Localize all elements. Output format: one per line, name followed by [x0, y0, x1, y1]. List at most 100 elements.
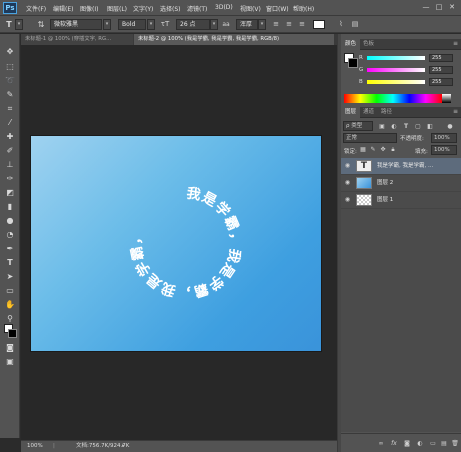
minimize-icon[interactable]: — [421, 3, 431, 12]
panel-menu-icon[interactable]: ≡ [453, 40, 458, 47]
layer-name[interactable]: 图层 1 [377, 192, 393, 209]
layer-row-gradient[interactable]: ◉ 图层 2 [341, 175, 461, 192]
green-value[interactable]: 255 [429, 66, 453, 74]
canvas-workspace[interactable]: 我是学霸，我是学霸，我是学霸， [21, 45, 337, 440]
gradient-tool-icon[interactable]: ▮ [4, 201, 16, 212]
menu-edit[interactable]: 编辑(E) [53, 4, 73, 13]
zoom-level[interactable]: 100% [27, 441, 43, 452]
new-group-icon[interactable]: ▭ [428, 439, 438, 448]
layer-name[interactable]: 图层 2 [377, 175, 393, 192]
antialias-select[interactable]: 浑厚 [236, 19, 258, 30]
tab-paths[interactable]: 路径 [377, 107, 396, 118]
visibility-eye-icon[interactable]: ◉ [343, 179, 352, 187]
marquee-tool-icon[interactable]: ⬚ [4, 61, 16, 72]
opacity-input[interactable]: 100% [431, 133, 457, 143]
menu-filter[interactable]: 滤镜(T) [187, 4, 207, 13]
font-style-select[interactable]: Bold [118, 19, 146, 30]
menu-image[interactable]: 图像(I) [80, 4, 98, 13]
layer-filter-select[interactable]: ρ 类型 [343, 121, 373, 131]
clone-stamp-tool-icon[interactable]: ⊥ [4, 159, 16, 170]
menu-file[interactable]: 文件(F) [26, 4, 46, 13]
tab-untitled-1[interactable]: 未标题-1 @ 100% (穿插文字, RG... [21, 34, 133, 45]
pen-tool-icon[interactable]: ✒ [4, 243, 16, 254]
new-layer-icon[interactable]: ▤ [439, 439, 449, 448]
font-family-dropdown[interactable]: ▾ [103, 19, 111, 30]
document-canvas[interactable]: 我是学霸，我是学霸，我是学霸， [31, 136, 321, 351]
eraser-tool-icon[interactable]: ◩ [4, 187, 16, 198]
brush-tool-icon[interactable]: ✐ [4, 145, 16, 156]
circular-text-layer[interactable]: 我是学霸，我是学霸，我是学霸， [31, 136, 321, 351]
status-arrow-icon[interactable]: ▸ [122, 441, 125, 452]
shape-tool-icon[interactable]: ▭ [4, 285, 16, 296]
menu-help[interactable]: 帮助(H) [293, 4, 314, 13]
screen-mode-icon[interactable]: ▣ [4, 356, 16, 367]
tab-layers[interactable]: 图层 [341, 107, 361, 118]
font-size-input[interactable]: 26 点 [176, 19, 210, 30]
dodge-tool-icon[interactable]: ◔ [4, 229, 16, 240]
filter-pixel-icon[interactable]: ▣ [377, 122, 387, 131]
blend-mode-select[interactable]: 正常 [343, 133, 397, 143]
filter-type-icon[interactable]: T [401, 122, 411, 131]
warp-text-icon[interactable]: ⌇ [336, 19, 346, 30]
path-selection-tool-icon[interactable]: ➤ [4, 271, 16, 282]
quick-mask-icon[interactable]: ◙ [4, 342, 16, 353]
lock-all-icon[interactable]: 🔒︎ [388, 145, 398, 154]
menu-3d[interactable]: 3D(D) [215, 4, 233, 11]
filter-adjustment-icon[interactable]: ◐ [389, 122, 399, 131]
color-spectrum-bar[interactable] [344, 94, 442, 103]
history-brush-tool-icon[interactable]: ✑ [4, 173, 16, 184]
type-tool-icon[interactable]: T [4, 257, 16, 268]
red-slider[interactable] [367, 56, 425, 60]
blur-tool-icon[interactable]: ● [4, 215, 16, 226]
zoom-tool-icon[interactable]: ⚲ [4, 313, 16, 324]
font-family-select[interactable]: 微软雅黑 [50, 19, 102, 30]
antialias-dropdown[interactable]: ▾ [258, 19, 266, 30]
type-tool-icon[interactable]: T [4, 19, 14, 30]
crop-tool-icon[interactable]: ⌗ [4, 103, 16, 114]
font-style-dropdown[interactable]: ▾ [147, 19, 155, 30]
lock-transparent-icon[interactable]: ▦ [358, 145, 368, 154]
new-adjustment-icon[interactable]: ◐ [415, 439, 425, 448]
red-value[interactable]: 255 [429, 54, 453, 62]
quick-select-tool-icon[interactable]: ✎ [4, 89, 16, 100]
layer-row-text[interactable]: ◉ T 我是学霸, 我是学霸, ... [341, 158, 461, 175]
align-center-icon[interactable]: ≡ [284, 19, 294, 30]
layer-name[interactable]: 我是学霸, 我是学霸, ... [377, 158, 433, 175]
font-size-dropdown[interactable]: ▾ [210, 19, 218, 30]
close-icon[interactable]: ✕ [447, 3, 457, 12]
filter-shape-icon[interactable]: ▢ [413, 122, 423, 131]
menu-select[interactable]: 选择(S) [160, 4, 181, 13]
link-layers-icon[interactable]: ∞ [376, 439, 386, 448]
blue-value[interactable]: 255 [429, 78, 453, 86]
tab-swatches[interactable]: 色板 [359, 39, 378, 50]
menu-window[interactable]: 窗口(W) [266, 4, 289, 13]
visibility-eye-icon[interactable]: ◉ [343, 162, 352, 170]
green-slider[interactable] [367, 68, 425, 72]
fill-input[interactable]: 100% [431, 145, 457, 155]
align-right-icon[interactable]: ≡ [297, 19, 307, 30]
eyedropper-tool-icon[interactable]: ⁄ [4, 117, 16, 128]
layer-style-icon[interactable]: fx [389, 439, 399, 448]
background-color-swatch[interactable] [8, 329, 17, 338]
align-left-icon[interactable]: ≡ [271, 19, 281, 30]
lock-position-icon[interactable]: ✥ [378, 145, 388, 154]
tab-channels[interactable]: 通道 [359, 107, 378, 118]
lasso-tool-icon[interactable]: ➰ [4, 75, 16, 86]
filter-toggle-icon[interactable]: ● [445, 122, 455, 131]
menu-type[interactable]: 文字(Y) [133, 4, 153, 13]
menu-layer[interactable]: 图层(L) [107, 4, 127, 13]
filter-smart-object-icon[interactable]: ◧ [425, 122, 435, 131]
character-panel-icon[interactable]: ▤ [350, 19, 360, 30]
tab-color[interactable]: 颜色 [341, 39, 361, 50]
hand-tool-icon[interactable]: ✋ [4, 299, 16, 310]
lock-image-icon[interactable]: ✎ [368, 145, 378, 154]
color-background-swatch[interactable] [348, 58, 358, 68]
delete-layer-icon[interactable]: 🗑︎ [450, 439, 460, 448]
move-tool-icon[interactable]: ✥ [4, 46, 16, 57]
menu-view[interactable]: 视图(V) [240, 4, 261, 13]
layer-row-background[interactable]: ◉ 图层 1 [341, 192, 461, 209]
tool-preset-dropdown[interactable]: ▾ [15, 19, 23, 30]
healing-brush-tool-icon[interactable]: ✚ [4, 131, 16, 142]
tab-untitled-2[interactable]: 未标题-2 @ 100% (我是学霸, 我是学霸, 我是学霸, RGB/8) [134, 34, 334, 45]
maximize-icon[interactable]: □ [434, 3, 444, 12]
